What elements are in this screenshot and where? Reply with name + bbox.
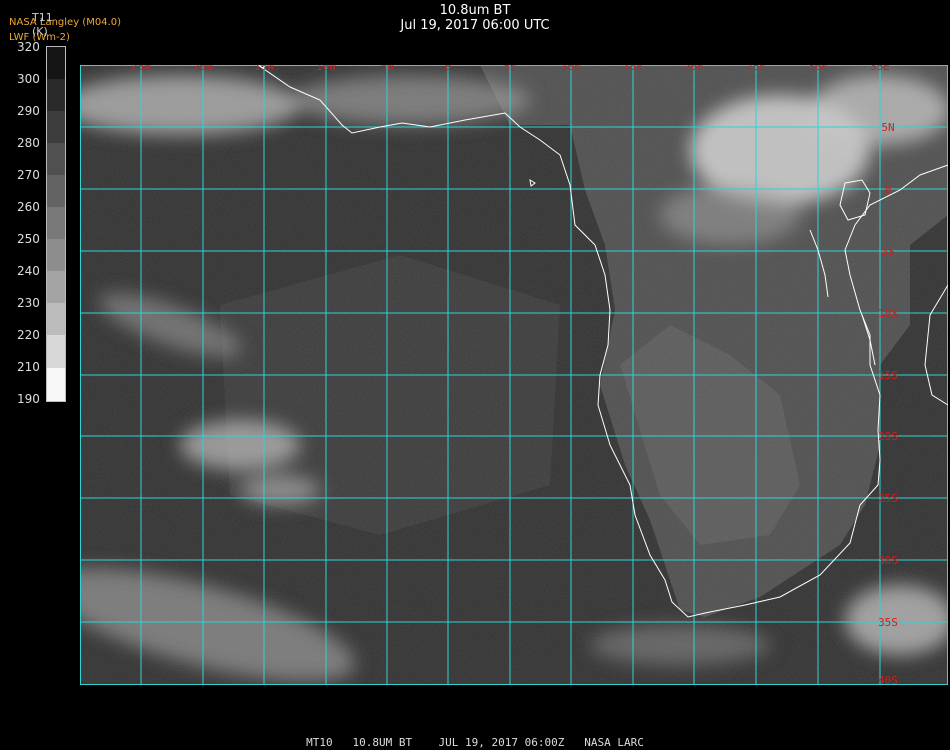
colorbar-band	[47, 368, 65, 401]
colorbar-band	[47, 207, 65, 239]
colorbar-tick: 210	[17, 360, 40, 374]
lat-label: 0	[885, 183, 892, 196]
colorbar-tick: 190	[17, 392, 40, 406]
lon-label: 5W	[380, 65, 394, 73]
colorbar-band	[47, 47, 65, 79]
colorbar-unit: (K)	[32, 25, 48, 38]
colorbar-title: T11	[32, 11, 53, 24]
lat-label: 5N	[881, 121, 894, 134]
map-datetime: Jul 19, 2017 06:00 UTC	[400, 18, 550, 33]
footer-caption: MT10 10.8UM BT JUL 19, 2017 06:00Z NASA …	[306, 736, 644, 749]
lon-label: 5E	[503, 65, 516, 73]
lon-label: 25E	[746, 65, 766, 73]
lon-label: 30E	[808, 65, 828, 73]
colorbar-tick: 270	[17, 168, 40, 182]
colorbar-band	[47, 175, 65, 207]
lat-label: 25S	[878, 492, 898, 505]
colorbar-band	[47, 303, 65, 335]
colorbar-band	[47, 271, 65, 303]
lon-label: 15E	[623, 65, 643, 73]
lat-label: 5S	[881, 245, 894, 258]
lon-label: 35E	[870, 65, 890, 73]
colorbar-tick: 290	[17, 104, 40, 118]
colorbar-tick: 300	[17, 72, 40, 86]
lat-label: 35S	[878, 616, 898, 629]
colorbar-tick: 220	[17, 328, 40, 342]
colorbar	[46, 46, 66, 402]
lon-label: 10W	[316, 65, 336, 73]
colorbar-tick: 250	[17, 232, 40, 246]
lon-label: 25W	[131, 65, 151, 73]
map-title: 10.8um BT	[439, 3, 511, 18]
lat-label: 10S	[878, 307, 898, 320]
lon-label: 20E	[684, 65, 704, 73]
lon-label: 20W	[193, 65, 213, 73]
lat-label: 20S	[878, 430, 898, 443]
colorbar-tick: 260	[17, 200, 40, 214]
lon-label: 10E	[561, 65, 581, 73]
lat-label: 30S	[878, 554, 898, 567]
lon-label: 15W	[254, 65, 274, 73]
colorbar-band	[47, 143, 65, 175]
satellite-map[interactable]: 25W 20W 15W 10W 5W 0 5E 10E 15E 20E 25E …	[80, 65, 948, 685]
colorbar-tick: 240	[17, 264, 40, 278]
org-label: NASA Langley (M04.0)	[9, 17, 121, 28]
colorbar-band	[47, 79, 65, 111]
lat-label: 40S	[878, 674, 898, 685]
colorbar-tick: 230	[17, 296, 40, 310]
colorbar-band	[47, 239, 65, 271]
colorbar-band	[47, 111, 65, 143]
colorbar-band	[47, 335, 65, 368]
colorbar-tick: 280	[17, 136, 40, 150]
lat-label: 15S	[878, 369, 898, 382]
colorbar-tick: 320	[17, 40, 40, 54]
lon-label: 0	[445, 65, 452, 73]
